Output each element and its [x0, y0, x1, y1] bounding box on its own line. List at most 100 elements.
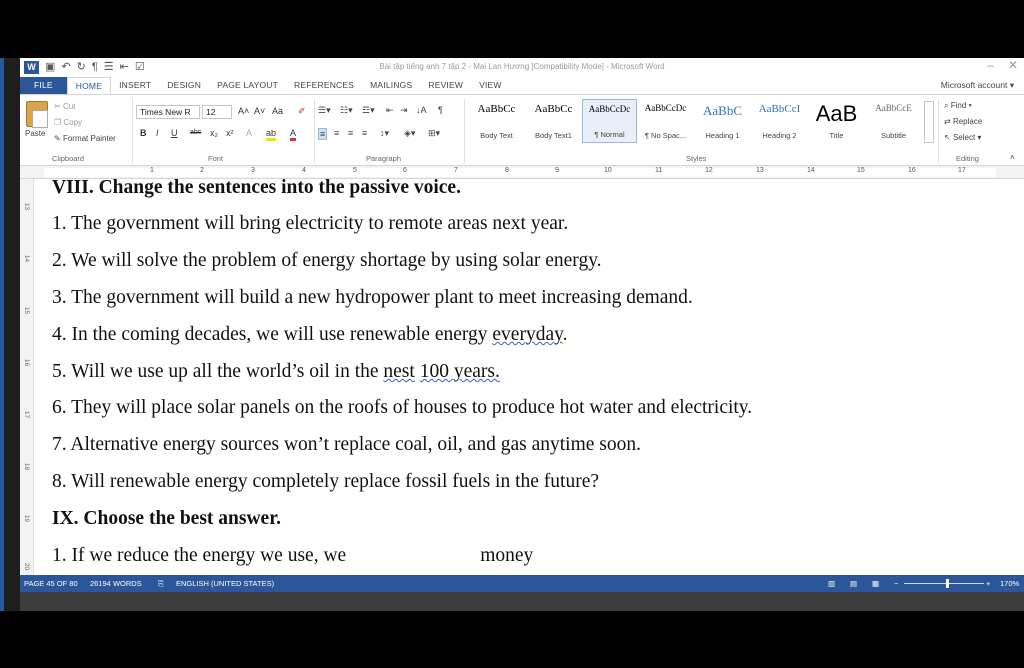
read-mode-icon[interactable]: ▥ [828, 575, 835, 592]
align-center-icon[interactable]: ≡ [334, 128, 339, 138]
align-left-icon[interactable]: ≡ [318, 128, 328, 140]
font-name-box[interactable]: Times New R [136, 105, 200, 119]
ruler-number: 10 [604, 167, 612, 174]
ruler-number: 18 [23, 462, 31, 471]
exercise-item: 3. The government will build a new hydro… [52, 287, 693, 308]
ribbon-tabs: FILE HOME INSERT DESIGN PAGE LAYOUT REFE… [20, 77, 1024, 94]
numbering-icon[interactable]: ☷▾ [340, 105, 353, 116]
paragraph-group-label: Paragraph [366, 154, 402, 163]
spellcheck-flag[interactable]: 100 years. [420, 361, 500, 382]
collapse-ribbon-icon[interactable]: ˄ [1010, 153, 1015, 162]
tab-page-layout[interactable]: PAGE LAYOUT [209, 77, 286, 94]
shading-icon[interactable]: ◈▾ [404, 128, 415, 139]
window-controls: – ✕ [987, 58, 1018, 72]
print-layout-icon[interactable]: ▤ [850, 575, 857, 592]
editing-group-label: Editing [956, 154, 979, 163]
style-heading-2[interactable]: AaBbCcI Heading 2 [751, 99, 808, 143]
ruler-number: 1 [150, 167, 154, 174]
italic-icon[interactable]: I [156, 128, 159, 138]
styles-scroll[interactable] [924, 101, 934, 143]
status-bar: PAGE 45 OF 80 26194 WORDS ⎘ ENGLISH (UNI… [20, 575, 1024, 592]
bullets-list-icon[interactable]: ☰▾ [318, 105, 331, 116]
line-spacing-icon[interactable]: ↕▾ [380, 128, 389, 139]
exercise-item: 2. We will solve the problem of energy s… [52, 250, 602, 271]
underline-icon[interactable]: U [171, 128, 178, 138]
ruler-number: 7 [454, 167, 458, 174]
document-title: Bài tập tiếng anh 7 tập 2 - Mai Lan Hươn… [379, 62, 665, 71]
format-painter-button[interactable]: ✎ Format Painter [54, 134, 116, 143]
exercise-item: 1. If we reduce the energy we use, we mon… [52, 545, 534, 566]
multilevel-list-icon[interactable]: ☲▾ [362, 105, 375, 116]
find-button[interactable]: ⌕ Find ▾ [944, 101, 972, 111]
paste-button[interactable]: Paste [25, 129, 45, 138]
zoom-slider[interactable] [904, 583, 984, 584]
shrink-font-icon[interactable]: A˅ [254, 106, 265, 116]
highlight-icon[interactable]: ab [266, 128, 277, 141]
increase-indent-icon[interactable]: ⇥ [400, 105, 408, 116]
tab-home[interactable]: HOME [66, 77, 112, 94]
exercise-item: 7. Alternative energy sources won’t repl… [52, 434, 641, 455]
style-title[interactable]: AaB Title [808, 99, 865, 143]
ruler-number: 15 [857, 167, 865, 174]
borders-icon[interactable]: ⊞▾ [428, 128, 440, 139]
justify-icon[interactable]: ≡ [362, 128, 367, 138]
copy-icon: ❐ [54, 118, 64, 127]
style-normal[interactable]: AaBbCcDc ¶ Normal [582, 99, 637, 143]
zoom-level[interactable]: 170% [1000, 575, 1019, 592]
minimize-icon[interactable]: – [987, 58, 994, 72]
spellcheck-flag[interactable]: everyday [492, 324, 562, 345]
spellcheck-flag[interactable]: nest [383, 361, 414, 382]
scissors-icon: ✂ [54, 102, 63, 111]
style-body-text[interactable]: AaBbCc Body Text [468, 99, 525, 143]
ruler-number: 13 [756, 167, 764, 174]
tab-review[interactable]: REVIEW [420, 77, 471, 94]
replace-icon: ⇄ [944, 117, 953, 126]
zoom-out-icon[interactable]: − [894, 575, 898, 592]
tab-insert[interactable]: INSERT [111, 77, 159, 94]
decrease-indent-icon[interactable]: ⇤ [386, 105, 394, 116]
text-effects-icon[interactable]: A [246, 128, 252, 138]
ruler-number: 12 [705, 167, 713, 174]
show-marks-icon[interactable]: ¶ [438, 105, 443, 115]
paste-icon[interactable] [26, 101, 48, 128]
strikethrough-icon[interactable]: abc [190, 129, 201, 136]
align-right-icon[interactable]: ≡ [348, 128, 353, 138]
font-color-icon[interactable]: A [290, 128, 297, 141]
tab-mailings[interactable]: MAILINGS [362, 77, 420, 94]
copy-button[interactable]: ❐ Copy [54, 118, 82, 127]
cut-button[interactable]: ✂ Cut [54, 102, 75, 111]
ruler-number: 14 [23, 254, 31, 263]
subscript-icon[interactable]: x₂ [210, 128, 218, 138]
zoom-slider-thumb[interactable] [946, 579, 949, 588]
zoom-in-icon[interactable]: + [986, 575, 990, 592]
web-layout-icon[interactable]: ▦ [872, 575, 879, 592]
style-heading-1[interactable]: AaBbC Heading 1 [694, 99, 751, 143]
clear-formatting-icon[interactable]: ✐ [298, 106, 306, 117]
ruler-number: 2 [200, 167, 204, 174]
grow-font-icon[interactable]: A˄ [238, 106, 249, 116]
exercise-item-5: 5. Will we use up all the world’s oil in… [52, 361, 500, 382]
word-count[interactable]: 26194 WORDS [90, 575, 142, 592]
document-page[interactable]: VIII. Change the sentences into the pass… [34, 179, 1024, 575]
sort-icon[interactable]: ↓A [416, 105, 427, 115]
replace-button[interactable]: ⇄ Replace [944, 117, 982, 126]
tab-file[interactable]: FILE [20, 77, 67, 94]
close-icon[interactable]: ✕ [1008, 58, 1018, 72]
select-button[interactable]: ↖ Select ▾ [944, 133, 981, 142]
page-count[interactable]: PAGE 45 OF 80 [24, 575, 78, 592]
tab-references[interactable]: REFERENCES [286, 77, 362, 94]
tab-design[interactable]: DESIGN [159, 77, 209, 94]
bold-icon[interactable]: B [140, 128, 147, 138]
ruler-number: 8 [505, 167, 509, 174]
font-group-label: Font [208, 154, 224, 163]
change-case-icon[interactable]: Aa [272, 106, 283, 116]
style-no-spacing[interactable]: AaBbCcDc ¶ No Spac... [637, 99, 694, 143]
style-subtitle[interactable]: AaBbCcE Subtitle [865, 99, 922, 143]
style-body-text1[interactable]: AaBbCc Body Text1 [525, 99, 582, 143]
language[interactable]: ENGLISH (UNITED STATES) [176, 575, 274, 592]
proofing-icon[interactable]: ⎘ [158, 575, 164, 592]
superscript-icon[interactable]: x² [226, 128, 234, 138]
font-size-box[interactable]: 12 [202, 105, 232, 119]
account-menu[interactable]: Microsoft account ▾ [941, 77, 1014, 94]
tab-view[interactable]: VIEW [471, 77, 510, 94]
